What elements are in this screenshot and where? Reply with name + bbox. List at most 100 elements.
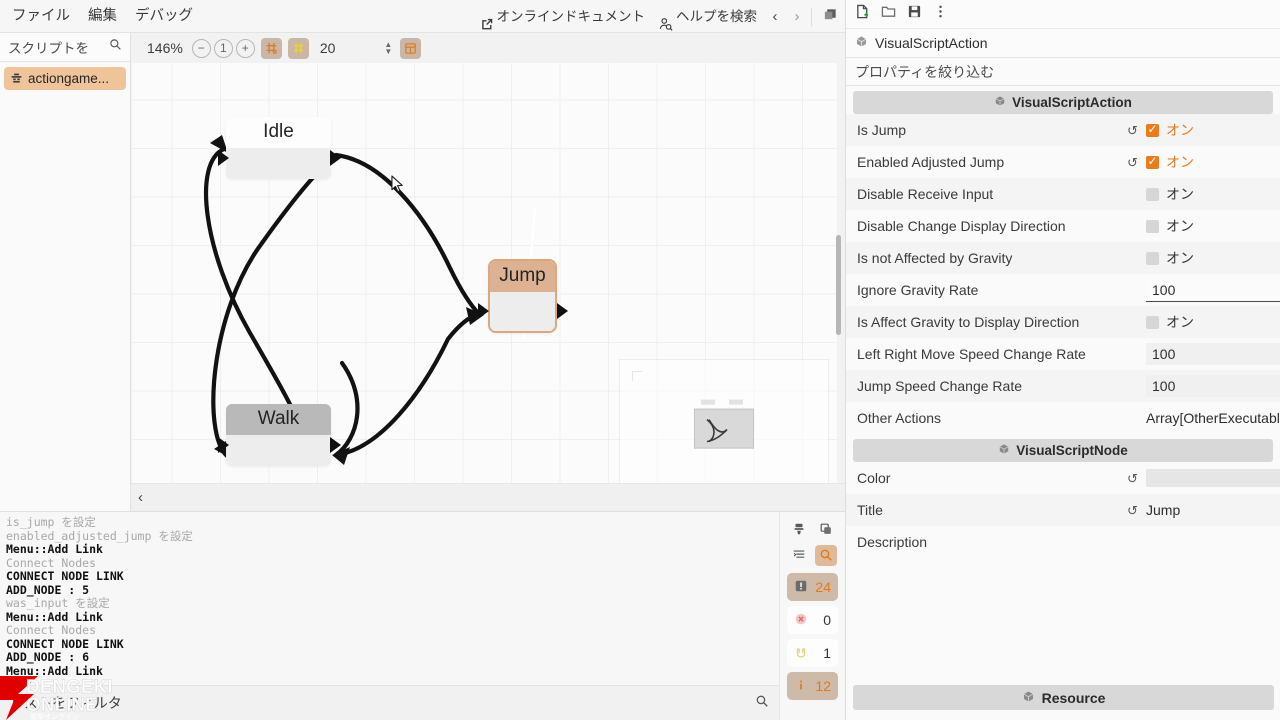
menu-file[interactable]: ファイル [0, 0, 79, 33]
log-filter-input[interactable]: リストをフィルタ [10, 693, 755, 713]
show-grid-toggle[interactable] [287, 37, 309, 59]
property-number-input[interactable]: 100 [1146, 375, 1280, 397]
script-search-input[interactable]: スクリプトを [8, 37, 109, 57]
revert-icon[interactable]: ↺ [1127, 504, 1139, 517]
info-badge[interactable]: 12 [787, 672, 838, 700]
property-checkbox-label: オン [1166, 314, 1194, 330]
graph-node-walk[interactable]: Walk [218, 404, 341, 466]
inspector-filter-input[interactable]: プロパティを絞り込む [855, 62, 994, 82]
property-value: ↺100 [1127, 343, 1280, 365]
inspector-property-row[interactable]: Title ↺ Jump [846, 494, 1280, 526]
graph-minimap[interactable] [619, 359, 829, 494]
editor-footer: ‹ [131, 483, 845, 511]
error-badge[interactable]: 0 [787, 606, 838, 634]
node-output-port[interactable] [330, 150, 341, 166]
clear-log-icon[interactable] [788, 519, 810, 540]
inspector-filter-field[interactable]: プロパティを絞り込む [846, 58, 1280, 86]
nav-back-button[interactable]: ‹ [764, 0, 786, 33]
snap-distance-stepper[interactable]: ▲ ▼ [382, 38, 394, 58]
app-root: ファイル 編集 デバッグ オンラインドキュメント ヘルプを検索 ‹ › スクリプ… [0, 0, 1280, 720]
inspector-property-row[interactable]: Color ↺ [846, 462, 1280, 494]
property-checkbox[interactable] [1146, 315, 1159, 329]
property-checkbox[interactable] [1146, 251, 1159, 265]
snap-distance-value[interactable]: 20 [320, 40, 336, 56]
open-resource-icon[interactable] [881, 4, 896, 24]
graph-canvas[interactable]: Idle Walk Jump [132, 63, 837, 506]
zoom-out-button[interactable]: − [191, 38, 211, 58]
log-tool-row-1 [788, 516, 837, 542]
nav-forward-button[interactable]: › [786, 0, 808, 33]
node-output-port[interactable] [330, 437, 341, 453]
new-resource-icon[interactable] [855, 4, 870, 24]
inspector-property-row[interactable]: Is not Affected by Gravity ↺オン [846, 242, 1280, 274]
inspector-property-row[interactable]: Disable Receive Input ↺オン [846, 178, 1280, 210]
layout-options-button[interactable] [400, 37, 422, 59]
script-search-field[interactable]: スクリプトを [0, 33, 130, 62]
inspector-section-header[interactable]: VisualScriptNode [853, 439, 1273, 462]
inspector-property-row[interactable]: Description ↺ [846, 526, 1280, 558]
menu-edit[interactable]: 編集 [79, 0, 126, 33]
hands-badge[interactable]: 1 [787, 639, 838, 667]
log-line: was_input を設定 [6, 596, 110, 610]
filter-search-icon[interactable] [755, 694, 769, 713]
inspector-property-row[interactable]: Ignore Gravity Rate ↺100 [846, 274, 1280, 306]
log-filter-bar[interactable]: リストをフィルタ [0, 685, 779, 720]
editor-back-button[interactable]: ‹ [138, 489, 143, 506]
minimap-viewport [694, 399, 754, 449]
copy-log-icon[interactable] [815, 519, 837, 540]
canvas-vertical-scrollbar[interactable] [834, 67, 843, 497]
property-checkbox[interactable] [1146, 154, 1159, 169]
property-text-value[interactable]: Jump [1146, 502, 1180, 518]
node-input-port[interactable] [478, 303, 489, 319]
property-value: ↺Array[OtherExecutable [1127, 410, 1280, 426]
property-label: Ignore Gravity Rate [857, 282, 979, 298]
graph-node-idle[interactable]: Idle [218, 117, 341, 179]
resource-section-button[interactable]: Resource [853, 685, 1274, 710]
mouse-cursor [391, 175, 407, 195]
layers-button[interactable] [815, 0, 845, 33]
output-log-text[interactable]: is_jump を設定 enabled_adjusted_jump を設定 Menu… [0, 512, 779, 684]
property-color-swatch[interactable] [1146, 469, 1280, 487]
warning-badge[interactable]: 24 [787, 573, 838, 601]
property-checkbox[interactable] [1146, 187, 1159, 201]
inspector-toolbar [846, 0, 1280, 29]
property-text-value[interactable]: Array[OtherExecutable [1146, 410, 1280, 426]
zoom-reset-button[interactable]: 1 [213, 38, 233, 58]
inspector-property-row[interactable]: Is Affect Gravity to Display Direction ↺オ… [846, 306, 1280, 338]
property-number-input[interactable]: 100 [1146, 343, 1280, 365]
filter-log-icon[interactable] [815, 544, 837, 566]
menu-debug[interactable]: デバッグ [126, 0, 202, 33]
inspector-property-row[interactable]: Disable Change Display Direction ↺オン [846, 210, 1280, 242]
collapse-log-icon[interactable] [788, 545, 810, 566]
property-checkbox[interactable] [1146, 219, 1159, 233]
zoom-in-button[interactable]: + [235, 38, 255, 58]
inspector-property-row[interactable]: Other Actions ↺Array[OtherExecutable [846, 402, 1280, 434]
sidebar-item-actiongame[interactable]: actiongame... [4, 67, 126, 90]
property-checkbox[interactable] [1146, 122, 1159, 137]
save-resource-icon[interactable] [907, 4, 922, 24]
inspector-property-row[interactable]: Enabled Adjusted Jump ↺ オン [846, 146, 1280, 178]
graph-node-jump[interactable]: Jump [478, 259, 568, 333]
node-output-port[interactable] [557, 303, 568, 319]
log-line: Connect Nodes [6, 623, 97, 637]
inspector-section-header[interactable]: VisualScriptAction [853, 91, 1273, 114]
online-document-button[interactable]: オンラインドキュメント [473, 0, 653, 33]
search-help-button[interactable]: ヘルプを検索 [652, 0, 764, 33]
revert-icon[interactable]: ↺ [1127, 156, 1139, 169]
inspector-property-row[interactable]: Left Right Move Speed Change Rate ↺100 [846, 338, 1280, 370]
more-options-icon[interactable] [933, 4, 948, 24]
minimap-node-chip [729, 399, 743, 405]
revert-icon[interactable]: ↺ [1127, 472, 1139, 485]
inspector-property-row[interactable]: Is Jump ↺ オン [846, 114, 1280, 146]
revert-icon[interactable]: ↺ [1127, 124, 1139, 137]
node-input-port[interactable] [218, 150, 229, 166]
scrollbar-thumb[interactable] [836, 235, 841, 335]
node-input-port[interactable] [218, 437, 229, 453]
property-number-input[interactable]: 100 [1146, 278, 1280, 302]
inspector-property-row[interactable]: Jump Speed Change Rate ↺100 [846, 370, 1280, 402]
inspector-property-list: VisualScriptActionIs Jump↺オンEnabled Adju… [846, 91, 1280, 558]
snap-grid-toggle[interactable] [260, 37, 282, 59]
search-icon[interactable] [109, 38, 122, 56]
output-log-panel: is_jump を設定 enabled_adjusted_jump を設定 Menu… [0, 511, 845, 720]
minimap-node-chip [701, 399, 715, 405]
